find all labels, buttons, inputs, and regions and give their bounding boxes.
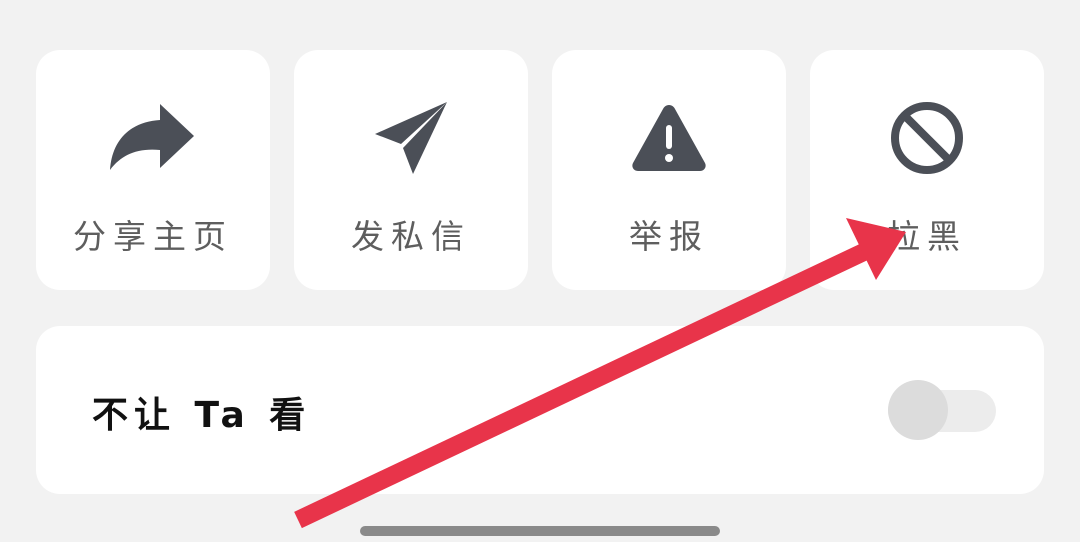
hide-from-label: 不让 Ta 看 (92, 395, 312, 436)
send-message-button[interactable]: 发私信 (294, 50, 528, 290)
action-grid: 分享主页 发私信 举报 拉黑 (36, 50, 1044, 290)
home-indicator[interactable] (360, 526, 720, 536)
report-button[interactable]: 举报 (552, 50, 786, 290)
share-profile-button[interactable]: 分享主页 (36, 50, 270, 290)
warning-triangle-icon (552, 96, 786, 180)
send-message-label: 发私信 (351, 217, 471, 256)
hide-from-toggle[interactable] (888, 380, 996, 440)
block-button[interactable]: 拉黑 (810, 50, 1044, 290)
block-circle-icon (810, 96, 1044, 180)
report-label: 举报 (629, 217, 709, 256)
share-arrow-icon (36, 96, 270, 180)
toggle-knob (888, 380, 948, 440)
paper-plane-icon (294, 96, 528, 180)
hide-from-row: 不让 Ta 看 (36, 326, 1044, 494)
share-profile-label: 分享主页 (73, 217, 233, 256)
block-label: 拉黑 (887, 217, 967, 256)
